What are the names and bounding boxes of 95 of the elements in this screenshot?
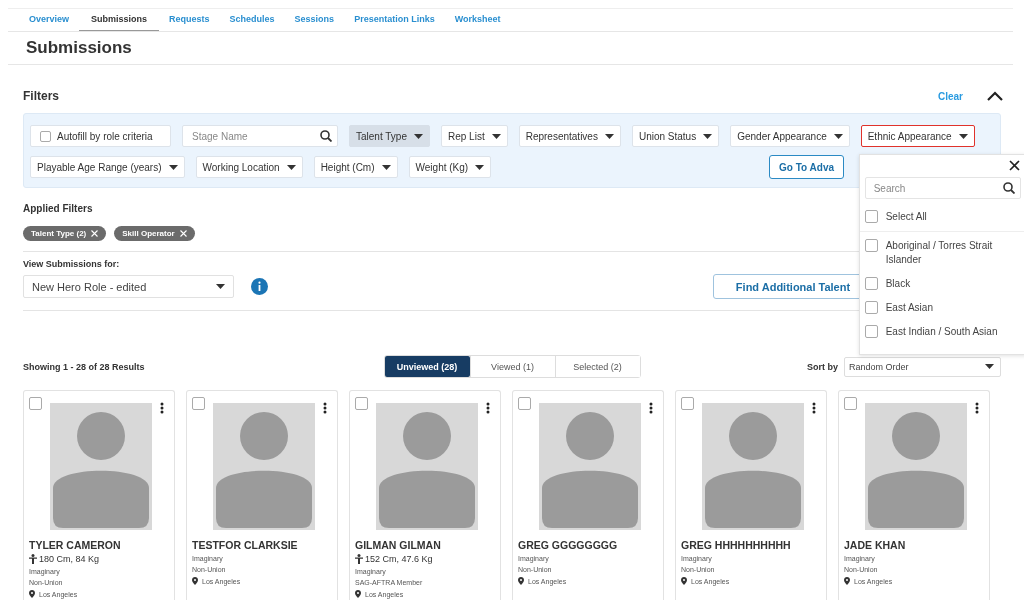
- caret-icon: [703, 133, 713, 139]
- checkbox-square[interactable]: [40, 130, 51, 142]
- field-label: View Submissions for:: [23, 259, 120, 269]
- field-label: Sort by: [807, 361, 838, 372]
- tab[interactable]: Submissions: [79, 9, 160, 31]
- filter-dropdown[interactable]: Playable Age Range (years): [30, 156, 185, 178]
- caret-icon: [168, 164, 178, 170]
- search-field[interactable]: Stage Name: [182, 125, 338, 147]
- tab[interactable]: Schedules: [229, 9, 275, 31]
- checkbox[interactable]: [864, 325, 878, 338]
- segment-tab[interactable]: Selected (2): [554, 356, 640, 377]
- location-pin-icon: [355, 590, 361, 598]
- menu-option[interactable]: Aboriginal / Torres Strait Islander: [864, 236, 1021, 274]
- tab[interactable]: Presentation Links: [354, 9, 435, 31]
- location-pin-icon: [29, 590, 35, 598]
- filter-dropdown[interactable]: Union Status: [631, 125, 720, 147]
- tab[interactable]: Sessions: [294, 9, 335, 31]
- caret-icon: [958, 133, 968, 139]
- location-pin-icon: [192, 577, 198, 585]
- section-title: Applied Filters: [23, 203, 94, 214]
- more-icon: [160, 402, 164, 414]
- caret-icon: [475, 164, 485, 170]
- collapse-icon: [987, 91, 1003, 101]
- avatar-icon: [213, 403, 315, 530]
- menu-option[interactable]: East Indian / South Asian: [864, 322, 1021, 346]
- checkbox[interactable]: [844, 397, 857, 410]
- more-icon: [975, 402, 979, 414]
- caret-icon: [216, 284, 225, 289]
- person-icon: [355, 554, 363, 564]
- checkbox[interactable]: [518, 397, 531, 410]
- filter-dropdown[interactable]: Weight (Kg): [408, 156, 492, 178]
- segment-tab[interactable]: Unviewed (28): [384, 356, 470, 377]
- checkbox[interactable]: [864, 239, 878, 252]
- caret-icon: [286, 164, 296, 170]
- measurements: 180 Cm, 84 Kg: [39, 554, 100, 564]
- talent-name: GILMAN GILMAN: [355, 539, 442, 551]
- results-summary: Showing 1 - 28 of 28 Results: [23, 361, 145, 372]
- filter-dropdown[interactable]: Height (Cm): [313, 156, 398, 178]
- caret-icon: [604, 133, 614, 139]
- caret-icon: [985, 364, 994, 369]
- role-select[interactable]: New Hero Role - edited: [23, 275, 234, 298]
- checkbox[interactable]: [355, 397, 368, 410]
- talent-name: TESTFOR CLARKSIE: [192, 539, 299, 551]
- location-pin-icon: [681, 577, 687, 585]
- filter-chip[interactable]: Talent Type (2): [23, 226, 107, 241]
- caret-icon: [381, 164, 391, 170]
- filter-dropdown[interactable]: Talent Type: [349, 125, 430, 147]
- checkbox[interactable]: [681, 397, 694, 410]
- more-icon: [323, 402, 327, 414]
- tab[interactable]: Requests: [169, 9, 210, 31]
- search-icon: [320, 130, 332, 142]
- person-icon: [29, 554, 37, 564]
- avatar-icon: [865, 403, 967, 530]
- avatar-icon: [376, 403, 478, 530]
- page-title: Submissions: [26, 37, 133, 59]
- more-icon: [486, 402, 490, 414]
- avatar-icon: [539, 403, 641, 530]
- filter-dropdown[interactable]: Representatives: [518, 125, 621, 147]
- checkbox[interactable]: [864, 210, 878, 223]
- checkbox[interactable]: [864, 301, 878, 314]
- talent-name: TYLER CAMERON: [29, 539, 122, 551]
- caret-icon: [413, 133, 423, 139]
- checkbox[interactable]: [29, 397, 42, 410]
- remove-icon: [91, 230, 99, 237]
- sort-select[interactable]: Random Order: [844, 356, 1001, 377]
- talent-name: GREG HHHHHHHHHH: [681, 539, 792, 551]
- remove-icon: [179, 230, 187, 237]
- talent-name: JADE KHAN: [844, 539, 907, 551]
- checkbox[interactable]: [864, 277, 878, 290]
- filter-dropdown[interactable]: Working Location: [195, 156, 303, 178]
- section-title: Filters: [23, 89, 59, 103]
- tab[interactable]: Overview: [29, 9, 70, 31]
- measurements: 152 Cm, 47.6 Kg: [365, 554, 433, 564]
- filter-dropdown[interactable]: Rep List: [440, 125, 508, 147]
- tab[interactable]: Worksheet: [454, 9, 501, 31]
- caret-icon: [833, 133, 843, 139]
- info-icon: [251, 278, 268, 295]
- more-icon: [812, 402, 816, 414]
- autofill-checkbox[interactable]: Autofill by role criteria: [30, 125, 171, 147]
- location-pin-icon: [844, 577, 850, 585]
- filter-dropdown[interactable]: Ethnic Appearance: [860, 125, 975, 147]
- advanced-search-button[interactable]: Go To Adva: [769, 155, 844, 179]
- avatar-icon: [50, 403, 152, 530]
- avatar-icon: [702, 403, 804, 530]
- location-pin-icon: [518, 577, 524, 585]
- menu-option[interactable]: East Asian: [864, 298, 1021, 322]
- filter-chip[interactable]: Skill Operator: [114, 226, 195, 241]
- more-icon: [649, 402, 653, 414]
- search-icon: [1002, 182, 1015, 194]
- talent-name: GREG GGGGGGGG: [518, 539, 619, 551]
- close-icon: [1008, 160, 1020, 171]
- filter-dropdown[interactable]: Gender Appearance: [730, 125, 850, 147]
- checkbox[interactable]: [192, 397, 205, 410]
- search-field[interactable]: Search: [864, 177, 1021, 199]
- caret-icon: [491, 133, 501, 139]
